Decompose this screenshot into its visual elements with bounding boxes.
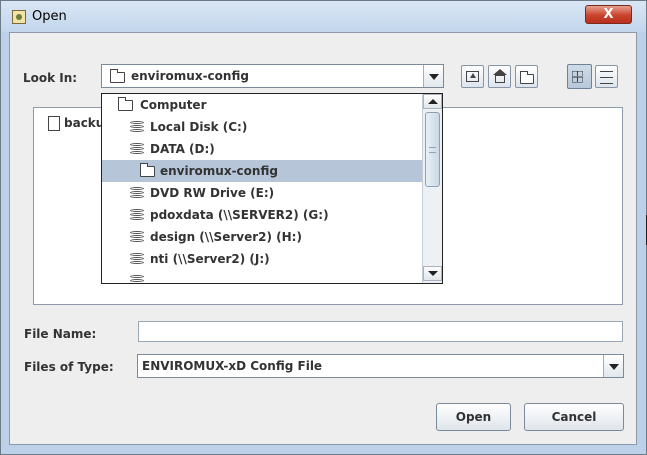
dropdown-item-label: Computer	[140, 98, 207, 112]
disk-icon	[130, 187, 144, 199]
up-arrow-icon	[470, 73, 476, 78]
look-in-value: enviromux-config	[131, 69, 249, 83]
roof-icon	[493, 69, 507, 75]
disk-icon	[130, 143, 144, 155]
list-view-icon: □□ □□	[572, 69, 583, 85]
disk-icon	[130, 253, 144, 265]
scroll-down-icon[interactable]	[423, 266, 442, 281]
details-view-button[interactable]	[595, 65, 618, 88]
files-of-type-label: Files of Type:	[24, 360, 114, 374]
look-in-dropdown[interactable]: Computer Local Disk (C:) DATA (D:) envir…	[101, 93, 443, 284]
disk-icon	[130, 231, 144, 243]
file-name-label: File Name:	[24, 327, 97, 341]
files-of-type-value: ENVIROMUX-xD Config File	[142, 359, 323, 373]
up-one-level-button[interactable]	[461, 65, 484, 88]
dropdown-item-nti[interactable]: nti (\\Server2) (J:)	[102, 248, 422, 270]
scroll-thumb[interactable]	[425, 112, 440, 187]
dropdown-item-design[interactable]: design (\\Server2) (H:)	[102, 226, 422, 248]
dropdown-item-partial[interactable]	[102, 270, 422, 283]
close-button[interactable]: X	[585, 5, 632, 24]
dropdown-item-dvd-drive[interactable]: DVD RW Drive (E:)	[102, 182, 422, 204]
file-item-name[interactable]: backu	[64, 116, 104, 130]
close-icon: X	[603, 7, 614, 22]
details-view-icon	[600, 71, 613, 84]
folder-icon	[110, 69, 125, 83]
chevron-down-icon[interactable]	[423, 65, 443, 87]
dropdown-item-local-disk[interactable]: Local Disk (C:)	[102, 116, 422, 138]
dropdown-item-label: enviromux-config	[160, 164, 278, 178]
dropdown-item-label: nti (\\Server2) (J:)	[150, 252, 270, 266]
java-app-icon	[12, 10, 26, 24]
new-folder-icon	[520, 71, 534, 84]
files-of-type-combo[interactable]: ENVIROMUX-xD Config File	[137, 354, 624, 378]
home-icon	[495, 75, 505, 83]
dropdown-item-label: pdoxdata (\\SERVER2) (G:)	[150, 208, 329, 222]
document-icon	[48, 116, 60, 131]
open-button[interactable]: Open	[436, 403, 511, 431]
dropdown-item-label: DATA (D:)	[150, 142, 215, 156]
title-bar[interactable]: Open X	[1, 1, 646, 32]
list-view-button[interactable]: □□ □□	[567, 64, 592, 89]
dropdown-item-enviromux-config[interactable]: enviromux-config	[102, 160, 422, 182]
dropdown-item-computer[interactable]: Computer	[102, 94, 422, 116]
window-title: Open	[32, 9, 67, 24]
look-in-label: Look In:	[23, 71, 78, 85]
open-dialog: Open X Look In: enviromux-config □□ □□ b…	[0, 0, 647, 455]
scroll-up-icon[interactable]	[423, 94, 442, 109]
disk-icon	[130, 121, 144, 133]
dropdown-item-label: DVD RW Drive (E:)	[150, 186, 275, 200]
look-in-combo[interactable]: enviromux-config	[101, 64, 444, 88]
dropdown-item-pdoxdata[interactable]: pdoxdata (\\SERVER2) (G:)	[102, 204, 422, 226]
dropdown-item-label: Local Disk (C:)	[150, 120, 248, 134]
disk-icon	[130, 275, 144, 283]
new-folder-button[interactable]	[515, 65, 538, 88]
dropdown-scrollbar[interactable]	[422, 94, 442, 283]
file-name-input[interactable]	[138, 321, 623, 342]
home-button[interactable]	[488, 65, 511, 88]
chevron-down-icon[interactable]	[603, 355, 623, 377]
dropdown-item-label: design (\\Server2) (H:)	[150, 230, 302, 244]
disk-icon	[130, 209, 144, 221]
cancel-button[interactable]: Cancel	[524, 403, 624, 431]
folder-icon	[140, 163, 155, 177]
dropdown-item-data-drive[interactable]: DATA (D:)	[102, 138, 422, 160]
computer-folder-icon	[118, 97, 133, 111]
